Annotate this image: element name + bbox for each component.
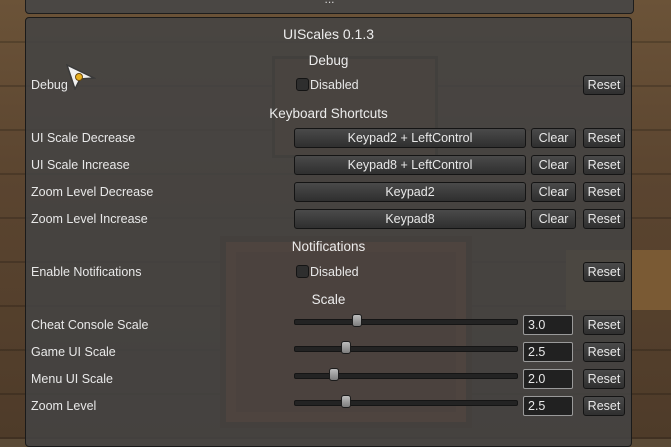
scale-value-field[interactable]: 3.0 xyxy=(523,315,573,335)
slider-thumb[interactable] xyxy=(329,368,340,381)
reset-button[interactable]: Reset xyxy=(583,315,625,335)
debug-toggle[interactable]: Disabled xyxy=(296,77,359,93)
reset-button[interactable]: Reset xyxy=(583,396,625,416)
collapsed-panel-ellipsis: ... xyxy=(26,0,633,6)
debug-checkbox[interactable] xyxy=(296,78,309,91)
reset-button[interactable]: Reset xyxy=(583,342,625,362)
section-heading-debug: Debug xyxy=(308,53,349,68)
notifications-toggle[interactable]: Disabled xyxy=(296,264,359,280)
slider-track[interactable] xyxy=(294,373,518,379)
slider-track[interactable] xyxy=(294,346,518,352)
collapsed-panel[interactable]: ... xyxy=(25,0,634,14)
debug-label: Debug xyxy=(31,78,68,92)
slider-thumb[interactable] xyxy=(351,314,362,327)
keybinding-button[interactable]: Keypad2 + LeftControl xyxy=(294,128,526,148)
keybinding-button[interactable]: Keypad2 xyxy=(294,182,526,202)
pointer-cursor-icon xyxy=(65,63,97,93)
scale-row-label: Zoom Level xyxy=(31,399,97,413)
scale-slider[interactable] xyxy=(294,367,518,383)
reset-button[interactable]: Reset xyxy=(583,209,625,229)
slider-track[interactable] xyxy=(294,319,518,325)
keyboard-row-label: Zoom Level Increase xyxy=(31,212,148,226)
clear-button[interactable]: Clear xyxy=(531,128,576,148)
reset-button[interactable]: Reset xyxy=(583,369,625,389)
scale-row-label: Cheat Console Scale xyxy=(31,318,149,332)
scale-slider[interactable] xyxy=(294,313,518,329)
scale-value-field[interactable]: 2.0 xyxy=(523,369,573,389)
reset-button[interactable]: Reset xyxy=(583,155,625,175)
section-heading-notifications: Notifications xyxy=(291,239,366,254)
keyboard-row-label: UI Scale Increase xyxy=(31,158,130,172)
scale-row-label: Menu UI Scale xyxy=(31,372,113,386)
section-heading-keyboard: Keyboard Shortcuts xyxy=(269,106,388,121)
keyboard-row-label: UI Scale Decrease xyxy=(31,131,136,145)
notifications-toggle-label: Disabled xyxy=(310,265,359,279)
clear-button[interactable]: Clear xyxy=(531,182,576,202)
reset-button[interactable]: Reset xyxy=(583,128,625,148)
keyboard-row-label: Zoom Level Decrease xyxy=(31,185,154,199)
keybinding-button[interactable]: Keypad8 xyxy=(294,209,526,229)
debug-toggle-label: Disabled xyxy=(310,78,359,92)
reset-button[interactable]: Reset xyxy=(583,182,625,202)
slider-thumb[interactable] xyxy=(340,395,351,408)
window-title: UIScales 0.1.3 xyxy=(282,26,375,42)
section-heading-scale: Scale xyxy=(311,292,346,307)
scale-slider[interactable] xyxy=(294,394,518,410)
scale-value-field[interactable]: 2.5 xyxy=(523,396,573,416)
clear-button[interactable]: Clear xyxy=(531,209,576,229)
slider-track[interactable] xyxy=(294,400,518,406)
notifications-label: Enable Notifications xyxy=(31,265,142,279)
debug-reset-button[interactable]: Reset xyxy=(583,75,625,95)
uiscales-window: UIScales 0.1.3 Debug Debug Disabled Rese… xyxy=(25,17,632,447)
notifications-checkbox[interactable] xyxy=(296,265,309,278)
scale-slider[interactable] xyxy=(294,340,518,356)
scale-row-label: Game UI Scale xyxy=(31,345,116,359)
slider-thumb[interactable] xyxy=(340,341,351,354)
scale-value-field[interactable]: 2.5 xyxy=(523,342,573,362)
clear-button[interactable]: Clear xyxy=(531,155,576,175)
notifications-reset-button[interactable]: Reset xyxy=(583,262,625,282)
keybinding-button[interactable]: Keypad8 + LeftControl xyxy=(294,155,526,175)
